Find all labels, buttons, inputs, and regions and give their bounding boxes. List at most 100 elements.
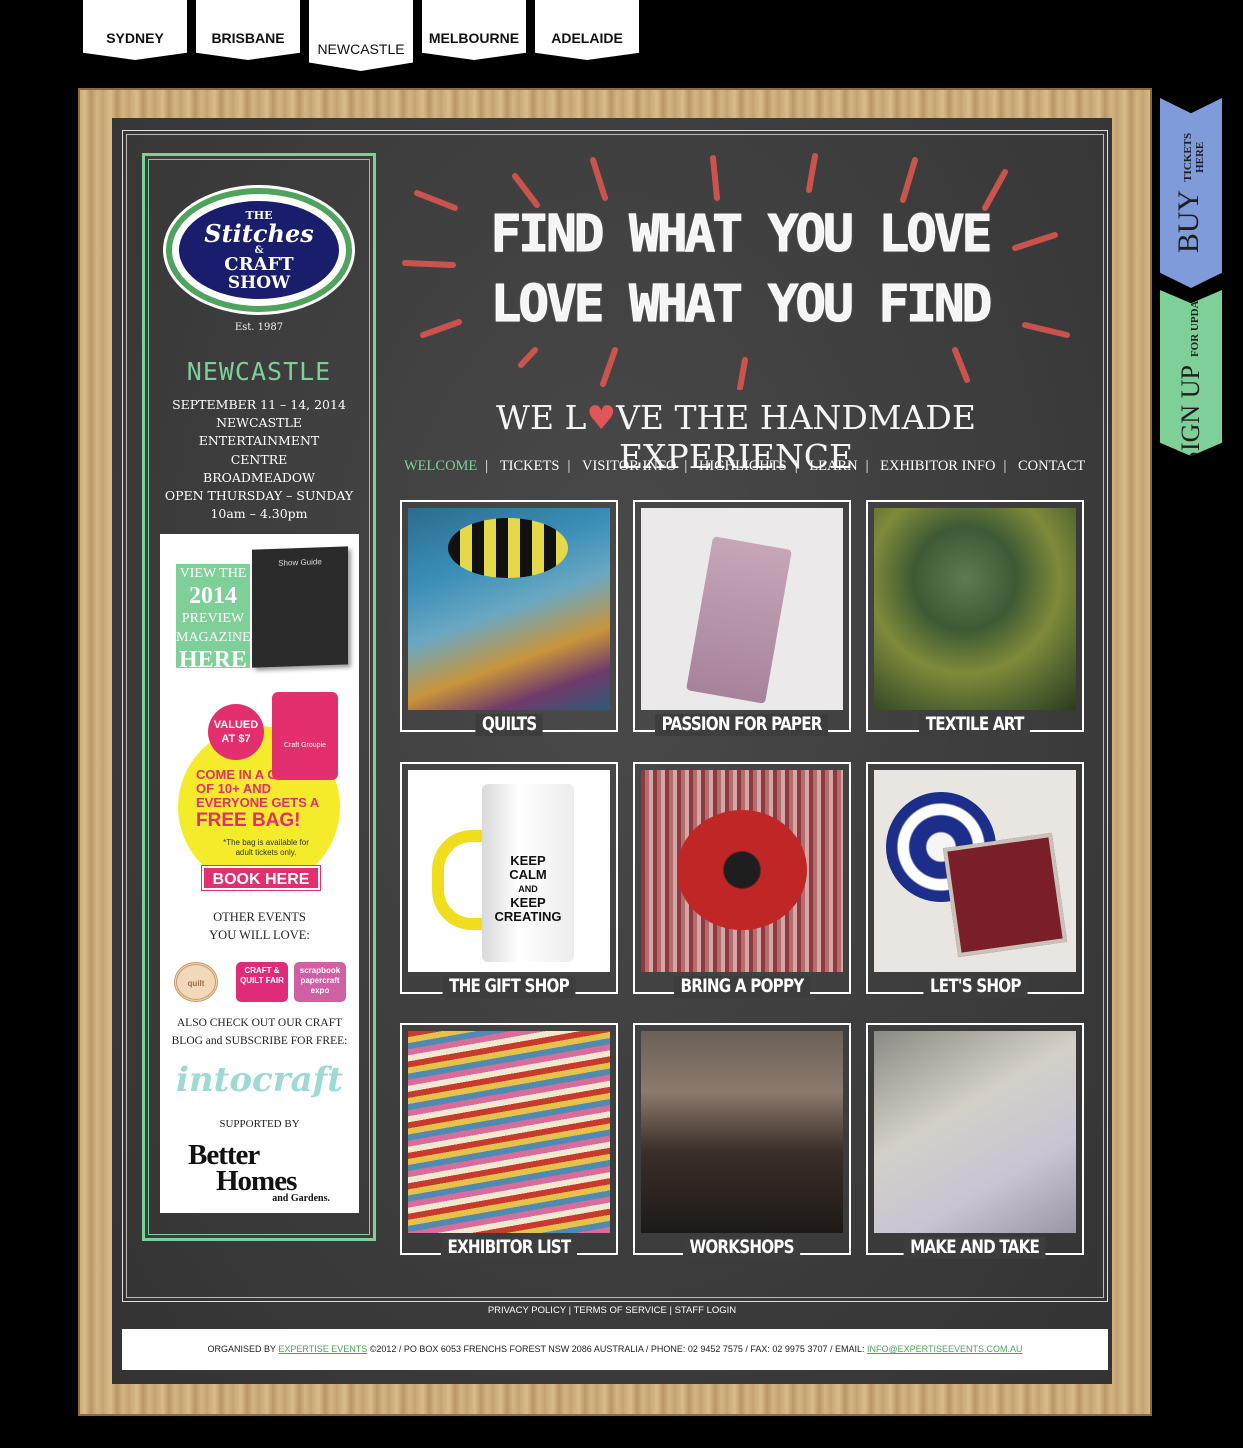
tile-workshops[interactable]: WORKSHOPS <box>633 1023 851 1259</box>
organised-by-text: ORGANISED BY <box>207 1344 276 1354</box>
nav-exhibitor-info[interactable]: EXHIBITOR INFO <box>880 458 995 474</box>
poppy-flower <box>677 810 807 930</box>
for-updates-text: FOR UPDATES <box>1189 280 1202 358</box>
page: SYDNEY BRISBANE NEWCASTLE MELBOURNE ADEL… <box>0 0 1243 1448</box>
tile-the-gift-shop[interactable]: KEEP CALM AND KEEP CREATING THE GIFT SHO… <box>400 762 618 998</box>
mug-text: AND <box>518 884 538 894</box>
bag-label: Craft Groupie <box>283 742 327 749</box>
nav-separator: | <box>794 458 798 474</box>
chalk-ray <box>737 357 748 390</box>
nav-welcome[interactable]: WELCOME <box>404 458 477 474</box>
mug-text: KEEP <box>510 853 546 868</box>
tile-exhibitor-list[interactable]: EXHIBITOR LIST <box>400 1023 618 1259</box>
tile-label: MAKE AND TAKE <box>866 1237 1084 1259</box>
tile-label-text: MAKE AND TAKE <box>903 1237 1047 1259</box>
nav-visitor-info[interactable]: VISITOR INFO <box>582 458 676 474</box>
nav-separator: | <box>865 458 869 474</box>
buy-tickets-ribbon[interactable]: BUY TICKETS HERE <box>1160 98 1222 288</box>
blog-text: ALSO CHECK OUT OUR CRAFT BLOG and SUBSCR… <box>160 1014 359 1050</box>
terms-of-service-link[interactable]: TERMS OF SERVICE <box>574 1305 667 1316</box>
staff-login-link[interactable]: STAFF LOGIN <box>675 1305 737 1316</box>
magazine-cover-image: Show Guide <box>252 546 348 668</box>
tile-label: BRING A POPPY <box>633 976 851 998</box>
tile-label: QUILTS <box>400 714 618 736</box>
supported-by-text: SUPPORTED BY <box>219 1118 300 1130</box>
nav-highlights[interactable]: HIGHLIGHTS <box>699 458 787 474</box>
tile-passion-for-paper[interactable]: PASSION FOR PAPER <box>633 500 851 736</box>
nav-tickets[interactable]: TICKETS <box>500 458 560 474</box>
nav-learn[interactable]: LEARN <box>809 458 857 474</box>
event-venue-line: CENTRE <box>230 451 288 467</box>
city-tab-adelaide[interactable]: ADELAIDE <box>535 0 639 60</box>
mag-cover-title: Show Guide <box>278 557 322 568</box>
mug-body: KEEP CALM AND KEEP CREATING <box>482 784 574 962</box>
tile-label: WORKSHOPS <box>633 1237 851 1259</box>
tile-lets-shop[interactable]: LET'S SHOP <box>866 762 1084 998</box>
blog-line: BLOG and SUBSCRIBE FOR FREE: <box>171 1035 348 1047</box>
make-and-take-image <box>874 1031 1076 1233</box>
quilt-event-logo[interactable]: quilt <box>174 962 218 1002</box>
chalk-ray <box>900 157 918 203</box>
book-here-button[interactable]: BOOK HERE <box>201 865 321 891</box>
free-bag-text: FREE BAG! <box>196 810 301 831</box>
privacy-policy-link[interactable]: PRIVACY POLICY <box>488 1305 566 1316</box>
mag-text: MAGAZINE <box>176 630 251 645</box>
nav-separator: | <box>485 458 489 474</box>
expertise-events-link[interactable]: EXPERTISE EVENTS <box>278 1344 367 1354</box>
here-text: HERE <box>1194 141 1207 173</box>
gift-shop-image: KEEP CALM AND KEEP CREATING <box>408 770 610 972</box>
event-dates: SEPTEMBER 11 – 14, 2014 <box>172 397 346 412</box>
email-link[interactable]: INFO@EXPERTISEEVENTS.COM.AU <box>867 1344 1023 1354</box>
better-homes-logo[interactable]: Better Homes and Gardens. <box>186 1141 336 1204</box>
craft-quilt-fair-logo[interactable]: CRAFT & QUILT FAIR <box>236 962 288 1002</box>
nav-separator: | <box>1003 458 1007 474</box>
tile-label-text: EXHIBITOR LIST <box>440 1237 578 1259</box>
established-text: Est. 1987 <box>234 322 284 333</box>
tile-label-text: PASSION FOR PAPER <box>655 714 829 736</box>
tile-bring-a-poppy[interactable]: BRING A POPPY <box>633 762 851 998</box>
tile-label-text: WORKSHOPS <box>683 1237 801 1259</box>
bring-a-poppy-image <box>641 770 843 972</box>
tile-label-text: TEXTILE ART <box>919 714 1031 736</box>
passion-for-paper-image <box>641 508 843 710</box>
city-tab-melbourne[interactable]: MELBOURNE <box>422 0 526 60</box>
logo-text-show: SHOW <box>227 273 291 293</box>
lets-shop-image <box>874 770 1076 972</box>
mag-year: 2014 <box>189 583 237 609</box>
tile-label-text: BRING A POPPY <box>673 976 811 998</box>
nav-contact[interactable]: CONTACT <box>1018 458 1085 474</box>
chalk-ray <box>806 153 818 193</box>
footer-links: PRIVACY POLICY | TERMS OF SERVICE | STAF… <box>487 1305 737 1316</box>
organiser-details: ©2012 / PO BOX 6053 FRENCHS FOREST NSW 2… <box>369 1344 865 1354</box>
logo-badge: THE Stitches & CRAFT SHOW <box>179 201 339 299</box>
chalk-ray <box>518 347 538 368</box>
tile-textile-art[interactable]: TEXTILE ART <box>866 500 1084 736</box>
buy-tickets-text: BUY TICKETS HERE <box>1172 133 1207 253</box>
group-offer-text: COME IN A GROUP OF 10+ AND EVERYONE GETS… <box>196 768 322 832</box>
headline-line-1: FIND WHAT YOU LOVE <box>490 205 993 265</box>
bag-note: *The bag is available for adult tickets … <box>223 838 309 857</box>
other-events-line: OTHER EVENTS <box>213 910 306 924</box>
city-tab-sydney[interactable]: SYDNEY <box>83 0 187 60</box>
mug-text: KEEP <box>510 895 546 910</box>
other-events-heading: OTHER EVENTS YOU WILL LOVE: <box>160 908 359 944</box>
city-tab-newcastle[interactable]: NEWCASTLE <box>309 0 413 71</box>
blog-line: ALSO CHECK OUT OUR CRAFT <box>176 1017 343 1029</box>
sign-up-ribbon[interactable]: SIGN UP FOR UPDATES <box>1160 290 1222 456</box>
paper-tag-shape <box>686 536 792 704</box>
tile-quilts[interactable]: QUILTS <box>400 500 618 736</box>
city-tab-brisbane[interactable]: BRISBANE <box>196 0 300 60</box>
scrapbook-expo-logo[interactable]: scrapbook papercraft expo <box>294 962 346 1002</box>
group-offer: COME IN A GROUP OF 10+ AND EVERYONE GETS… <box>196 767 320 810</box>
site-logo[interactable]: THE Stitches & CRAFT SHOW <box>166 188 352 312</box>
bhg-word: Homes <box>216 1165 297 1197</box>
headline: FIND WHAT YOU LOVE LOVE WHAT YOU FIND <box>400 200 1080 340</box>
preview-magazine-label: VIEW THE 2014 PREVIEW MAGAZINE HERE <box>176 564 251 673</box>
event-venue-line: ENTERTAINMENT <box>198 433 320 449</box>
tile-label: THE GIFT SHOP <box>400 976 618 998</box>
tile-label-text: LET'S SHOP <box>923 976 1027 998</box>
intocraft-logo[interactable]: intocraft <box>160 1060 359 1100</box>
tile-make-and-take[interactable]: MAKE AND TAKE <box>866 1023 1084 1259</box>
sign-up-text: SIGN UP FOR UPDATES <box>1176 280 1205 456</box>
footer-bar: ORGANISED BY EXPERTISE EVENTS ©2012 / PO… <box>122 1329 1108 1370</box>
